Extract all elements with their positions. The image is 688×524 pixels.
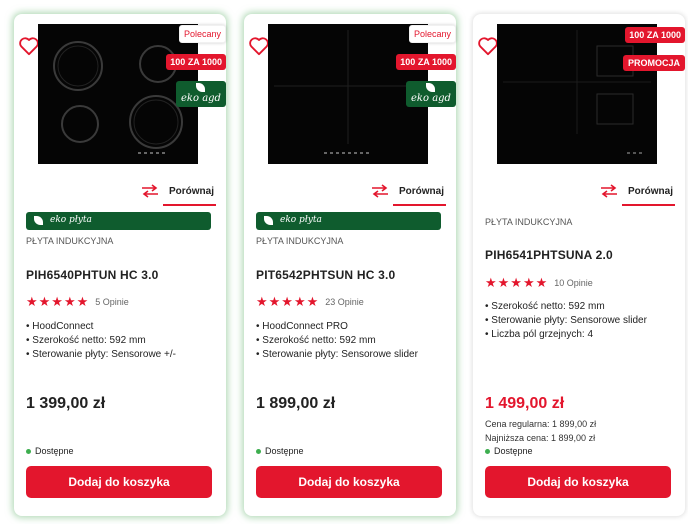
rating-stars: ★★★★★ [26, 294, 90, 309]
leaf-icon [196, 83, 205, 92]
feature-item: HoodConnect PRO [256, 320, 418, 334]
feature-list: Szerokość netto: 592 mm Sterowanie płyty… [485, 300, 647, 342]
lowest-price: Najniższa cena: 1 899,00 zł [485, 433, 596, 443]
product-category: PŁYTA INDUKCYJNA [256, 236, 344, 246]
availability: Dostępne [26, 446, 74, 456]
compare-arrows-icon [600, 184, 617, 198]
review-count: 5 Opinie [95, 297, 129, 307]
eko-agd-badge: eko agd [176, 81, 226, 107]
product-name[interactable]: PIH6540PHTUN HC 3.0 [26, 268, 159, 282]
available-dot [485, 448, 490, 454]
product-image[interactable] [38, 24, 198, 164]
product-image[interactable] [497, 24, 657, 164]
compare-label: Porównaj [162, 185, 217, 206]
feature-list: HoodConnect Szerokość netto: 592 mm Ster… [26, 320, 176, 362]
compare-label: Porównaj [621, 185, 676, 206]
rating[interactable]: ★★★★★ 10 Opinie [485, 275, 593, 291]
product-category: PŁYTA INDUKCYJNA [485, 217, 573, 227]
heart-icon[interactable] [477, 36, 499, 56]
product-card[interactable]: Polecany 100 ZA 1000 eko agd Porównaj ek… [244, 14, 456, 516]
eko-plyta-banner: eko płyta [26, 212, 211, 230]
available-dot [256, 448, 261, 454]
feature-item: Szerokość netto: 592 mm [26, 334, 176, 348]
compare-arrows-icon [141, 184, 158, 198]
compare-arrows-icon [371, 184, 388, 198]
promo-badge: 100 ZA 1000 [166, 54, 226, 70]
rating-stars: ★★★★★ [485, 275, 549, 290]
compare-button[interactable]: Porównaj [600, 184, 676, 206]
product-card[interactable]: Polecany 100 ZA 1000 eko agd Porównaj ek… [14, 14, 226, 516]
product-price: 1 499,00 zł [485, 395, 565, 412]
compare-button[interactable]: Porównaj [141, 184, 217, 206]
eko-agd-badge: eko agd [406, 81, 456, 107]
rating[interactable]: ★★★★★ 5 Opinie [26, 294, 129, 310]
heart-icon[interactable] [18, 36, 40, 56]
availability-label: Dostępne [35, 446, 74, 456]
product-name[interactable]: PIH6541PHTSUNA 2.0 [485, 248, 613, 262]
availability: Dostępne [256, 446, 304, 456]
promocja-badge: PROMOCJA [622, 55, 685, 71]
rating[interactable]: ★★★★★ 23 Opinie [256, 294, 364, 310]
available-dot [26, 448, 31, 454]
heart-icon[interactable] [248, 36, 270, 56]
feature-item: Sterowanie płyty: Sensorowe +/- [26, 348, 176, 362]
promo-badge: 100 ZA 1000 [625, 27, 685, 43]
feature-item: Liczba pól grzejnych: 4 [485, 328, 647, 342]
eko-plyta-label: eko płyta [50, 215, 92, 225]
leaf-icon [34, 216, 43, 225]
recommended-badge: Polecany [178, 25, 226, 43]
product-price: 1 399,00 zł [26, 395, 106, 412]
product-price: 1 899,00 zł [256, 395, 336, 412]
add-to-cart-button[interactable]: Dodaj do koszyka [26, 466, 212, 498]
eko-agd-label: eko agd [181, 93, 221, 104]
promo-badge: 100 ZA 1000 [396, 54, 456, 70]
feature-item: Sterowanie płyty: Sensorowe slider [485, 314, 647, 328]
compare-label: Porównaj [392, 185, 447, 206]
compare-button[interactable]: Porównaj [371, 184, 447, 206]
regular-price: Cena regularna: 1 899,00 zł [485, 419, 597, 429]
feature-item: Szerokość netto: 592 mm [256, 334, 418, 348]
eko-plyta-label: eko płyta [280, 215, 322, 225]
availability: Dostępne [485, 446, 533, 456]
availability-label: Dostępne [265, 446, 304, 456]
product-card[interactable]: 100 ZA 1000 PROMOCJA Porównaj PŁYTA INDU… [473, 14, 685, 516]
add-to-cart-button[interactable]: Dodaj do koszyka [485, 466, 671, 498]
recommended-badge: Polecany [408, 25, 456, 43]
eko-agd-label: eko agd [411, 93, 451, 104]
feature-item: HoodConnect [26, 320, 176, 334]
rating-stars: ★★★★★ [256, 294, 320, 309]
leaf-icon [426, 83, 435, 92]
eko-plyta-banner: eko płyta [256, 212, 441, 230]
feature-list: HoodConnect PRO Szerokość netto: 592 mm … [256, 320, 418, 362]
feature-item: Szerokość netto: 592 mm [485, 300, 647, 314]
review-count: 23 Opinie [325, 297, 364, 307]
availability-label: Dostępne [494, 446, 533, 456]
product-name[interactable]: PIT6542PHTSUN HC 3.0 [256, 268, 395, 282]
product-image[interactable] [268, 24, 428, 164]
review-count: 10 Opinie [554, 278, 593, 288]
product-category: PŁYTA INDUKCYJNA [26, 236, 114, 246]
add-to-cart-button[interactable]: Dodaj do koszyka [256, 466, 442, 498]
leaf-icon [264, 216, 273, 225]
feature-item: Sterowanie płyty: Sensorowe slider [256, 348, 418, 362]
